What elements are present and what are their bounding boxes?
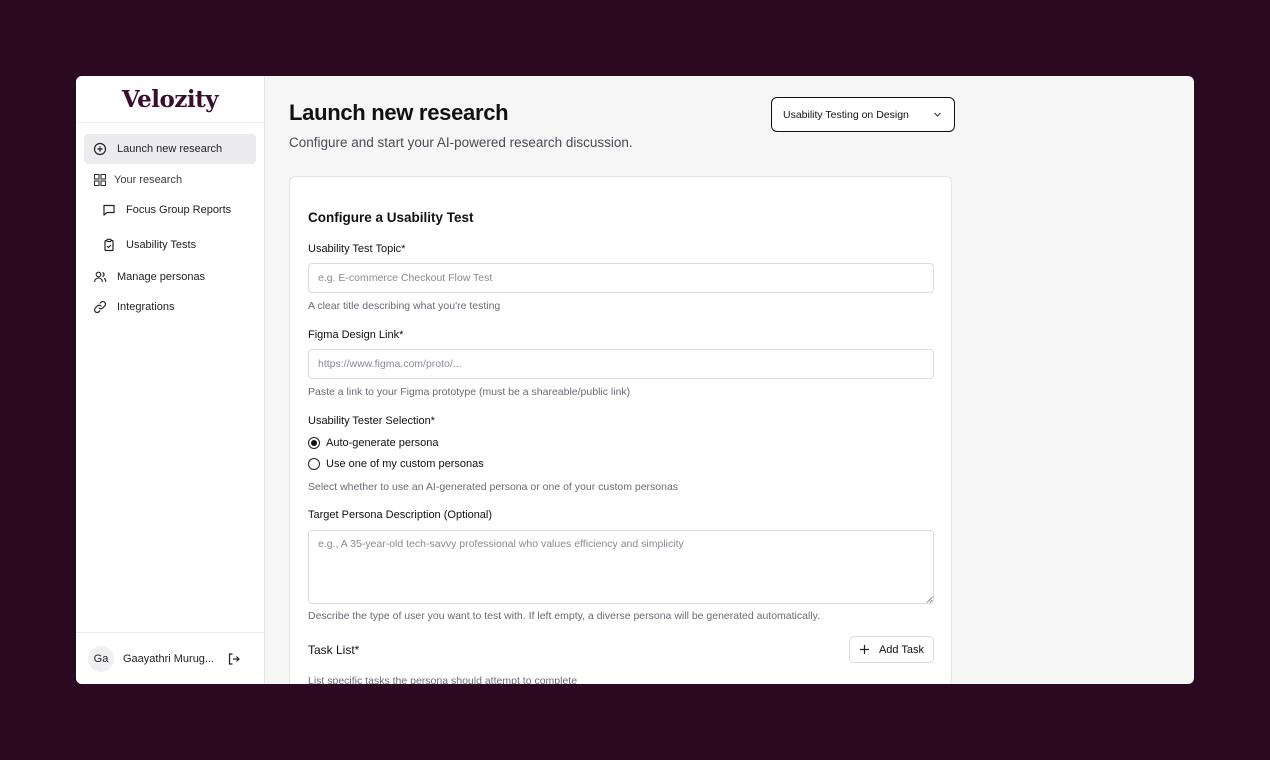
research-type-select[interactable]: Usability Testing on Design bbox=[771, 97, 955, 132]
logout-icon[interactable] bbox=[227, 652, 241, 666]
clipboard-icon bbox=[102, 238, 116, 252]
page-subtitle: Configure and start your AI-powered rese… bbox=[289, 135, 633, 150]
app-window: Velozity Launch new research Your resear… bbox=[76, 76, 1194, 684]
users-icon bbox=[93, 270, 107, 284]
user-bar: Ga Gaayathri Murug... bbox=[76, 632, 264, 684]
sidebar-subnav: Focus Group Reports Usability Tests bbox=[84, 192, 256, 262]
sidebar-item-label: Usability Tests bbox=[126, 238, 197, 251]
radio-custom-persona[interactable]: Use one of my custom personas bbox=[308, 458, 484, 470]
sidebar-item-integrations[interactable]: Integrations bbox=[84, 292, 256, 322]
logo-area: Velozity bbox=[76, 76, 264, 123]
research-type-value: Usability Testing on Design bbox=[783, 108, 909, 121]
plus-icon bbox=[859, 644, 870, 655]
radio-selected-icon[interactable] bbox=[308, 437, 320, 449]
add-task-button[interactable]: Add Task bbox=[849, 636, 934, 663]
task-list-hint: List specific tasks the persona should a… bbox=[308, 675, 578, 684]
sidebar-item-focus-group-reports[interactable]: Focus Group Reports bbox=[93, 192, 256, 227]
task-list-label: Task List* bbox=[308, 643, 360, 657]
add-task-label: Add Task bbox=[878, 643, 925, 656]
sidebar: Velozity Launch new research Your resear… bbox=[76, 76, 265, 684]
radio-label: Use one of my custom personas bbox=[326, 458, 484, 470]
sidebar-item-label: Focus Group Reports bbox=[126, 203, 232, 216]
persona-description-textarea[interactable] bbox=[308, 530, 934, 604]
tester-selection-hint: Select whether to use an AI-generated pe… bbox=[308, 481, 679, 493]
plus-circle-icon bbox=[93, 142, 107, 156]
tester-selection-label: Usability Tester Selection* bbox=[308, 415, 435, 427]
main-content: Launch new research Configure and start … bbox=[265, 76, 1194, 684]
figma-link-hint: Paste a link to your Figma prototype (mu… bbox=[308, 386, 631, 398]
chevron-down-icon bbox=[932, 109, 943, 120]
page-title: Launch new research bbox=[289, 100, 509, 125]
grid-icon bbox=[93, 173, 107, 187]
avatar[interactable]: Ga bbox=[88, 645, 114, 672]
sidebar-item-label: Launch new research bbox=[117, 143, 223, 155]
sidebar-group-label: Your research bbox=[114, 173, 183, 186]
form-title: Configure a Usability Test bbox=[308, 210, 474, 225]
topic-label: Usability Test Topic* bbox=[308, 243, 406, 255]
figma-link-input[interactable] bbox=[308, 349, 934, 379]
persona-description-hint: Describe the type of user you want to te… bbox=[308, 610, 821, 622]
topic-hint: A clear title describing what you're tes… bbox=[308, 300, 501, 312]
figma-link-label: Figma Design Link* bbox=[308, 329, 404, 341]
sidebar-item-manage-personas[interactable]: Manage personas bbox=[84, 262, 256, 292]
sidebar-group-your-research[interactable]: Your research bbox=[84, 167, 256, 192]
topic-input[interactable] bbox=[308, 263, 934, 293]
sidebar-item-label: Manage personas bbox=[117, 271, 206, 283]
sidebar-item-usability-tests[interactable]: Usability Tests bbox=[93, 227, 256, 262]
sidebar-item-label: Integrations bbox=[117, 301, 175, 313]
link-icon bbox=[93, 300, 107, 314]
radio-auto-generate[interactable]: Auto-generate persona bbox=[308, 437, 439, 449]
radio-label: Auto-generate persona bbox=[326, 437, 439, 449]
persona-description-label: Target Persona Description (Optional) bbox=[308, 509, 493, 521]
usability-test-form: Configure a Usability Test Usability Tes… bbox=[289, 176, 952, 684]
sidebar-nav: Launch new research Your research Focus … bbox=[76, 123, 264, 322]
sidebar-item-launch-new-research[interactable]: Launch new research bbox=[84, 134, 256, 164]
chat-icon bbox=[102, 203, 116, 217]
resize-grip-icon[interactable] bbox=[926, 596, 933, 603]
radio-unselected-icon[interactable] bbox=[308, 458, 320, 470]
logo[interactable]: Velozity bbox=[122, 86, 219, 113]
user-name: Gaayathri Murug... bbox=[123, 652, 215, 665]
